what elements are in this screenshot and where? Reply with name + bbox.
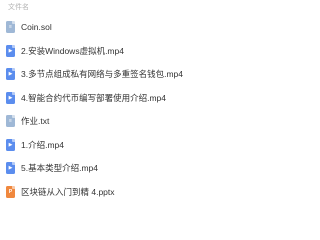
column-header-filename[interactable]: 文件名 bbox=[8, 3, 29, 13]
file-name: 作业.txt bbox=[21, 116, 50, 126]
video-file-icon: ▶ bbox=[6, 91, 15, 104]
file-name: 1.介绍.mp4 bbox=[21, 139, 64, 150]
file-row[interactable]: P 区块链从入门到精 4.pptx bbox=[0, 181, 225, 203]
file-row[interactable]: ▶ 5.基本类型介绍.mp4 bbox=[0, 157, 225, 179]
file-name: 4.智能合约代币编写部署使用介绍.mp4 bbox=[21, 92, 166, 103]
file-row[interactable]: ≡ 作业.txt bbox=[0, 110, 225, 132]
file-name: 5.基本类型介绍.mp4 bbox=[21, 163, 98, 173]
text-file-icon: ≡ bbox=[6, 115, 15, 127]
file-list-panel: 文件名 ≡ Coin.sol ▶ 2.安装Windows虚拟机.mp4 ▶ 3.… bbox=[0, 0, 225, 207]
file-name: Coin.sol bbox=[21, 22, 52, 32]
ppt-file-icon: P bbox=[6, 185, 15, 198]
file-name: 2.安装Windows虚拟机.mp4 bbox=[21, 45, 124, 56]
file-name: 区块链从入门到精 4.pptx bbox=[21, 186, 115, 197]
video-file-icon: ▶ bbox=[6, 162, 15, 174]
video-file-icon: ▶ bbox=[6, 138, 15, 151]
video-file-icon: ▶ bbox=[6, 44, 15, 57]
file-name: 3.多节点组成私有网络与多重签名钱包.mp4 bbox=[21, 69, 183, 79]
file-row[interactable]: ▶ 4.智能合约代币编写部署使用介绍.mp4 bbox=[0, 87, 225, 109]
video-file-icon: ▶ bbox=[6, 68, 15, 80]
file-row[interactable]: ▶ 3.多节点组成私有网络与多重签名钱包.mp4 bbox=[0, 63, 225, 85]
document-icon: ≡ bbox=[6, 21, 15, 33]
file-row[interactable]: ▶ 2.安装Windows虚拟机.mp4 bbox=[0, 40, 225, 62]
file-row[interactable]: ≡ Coin.sol bbox=[0, 16, 225, 38]
file-row[interactable]: ▶ 1.介绍.mp4 bbox=[0, 134, 225, 156]
